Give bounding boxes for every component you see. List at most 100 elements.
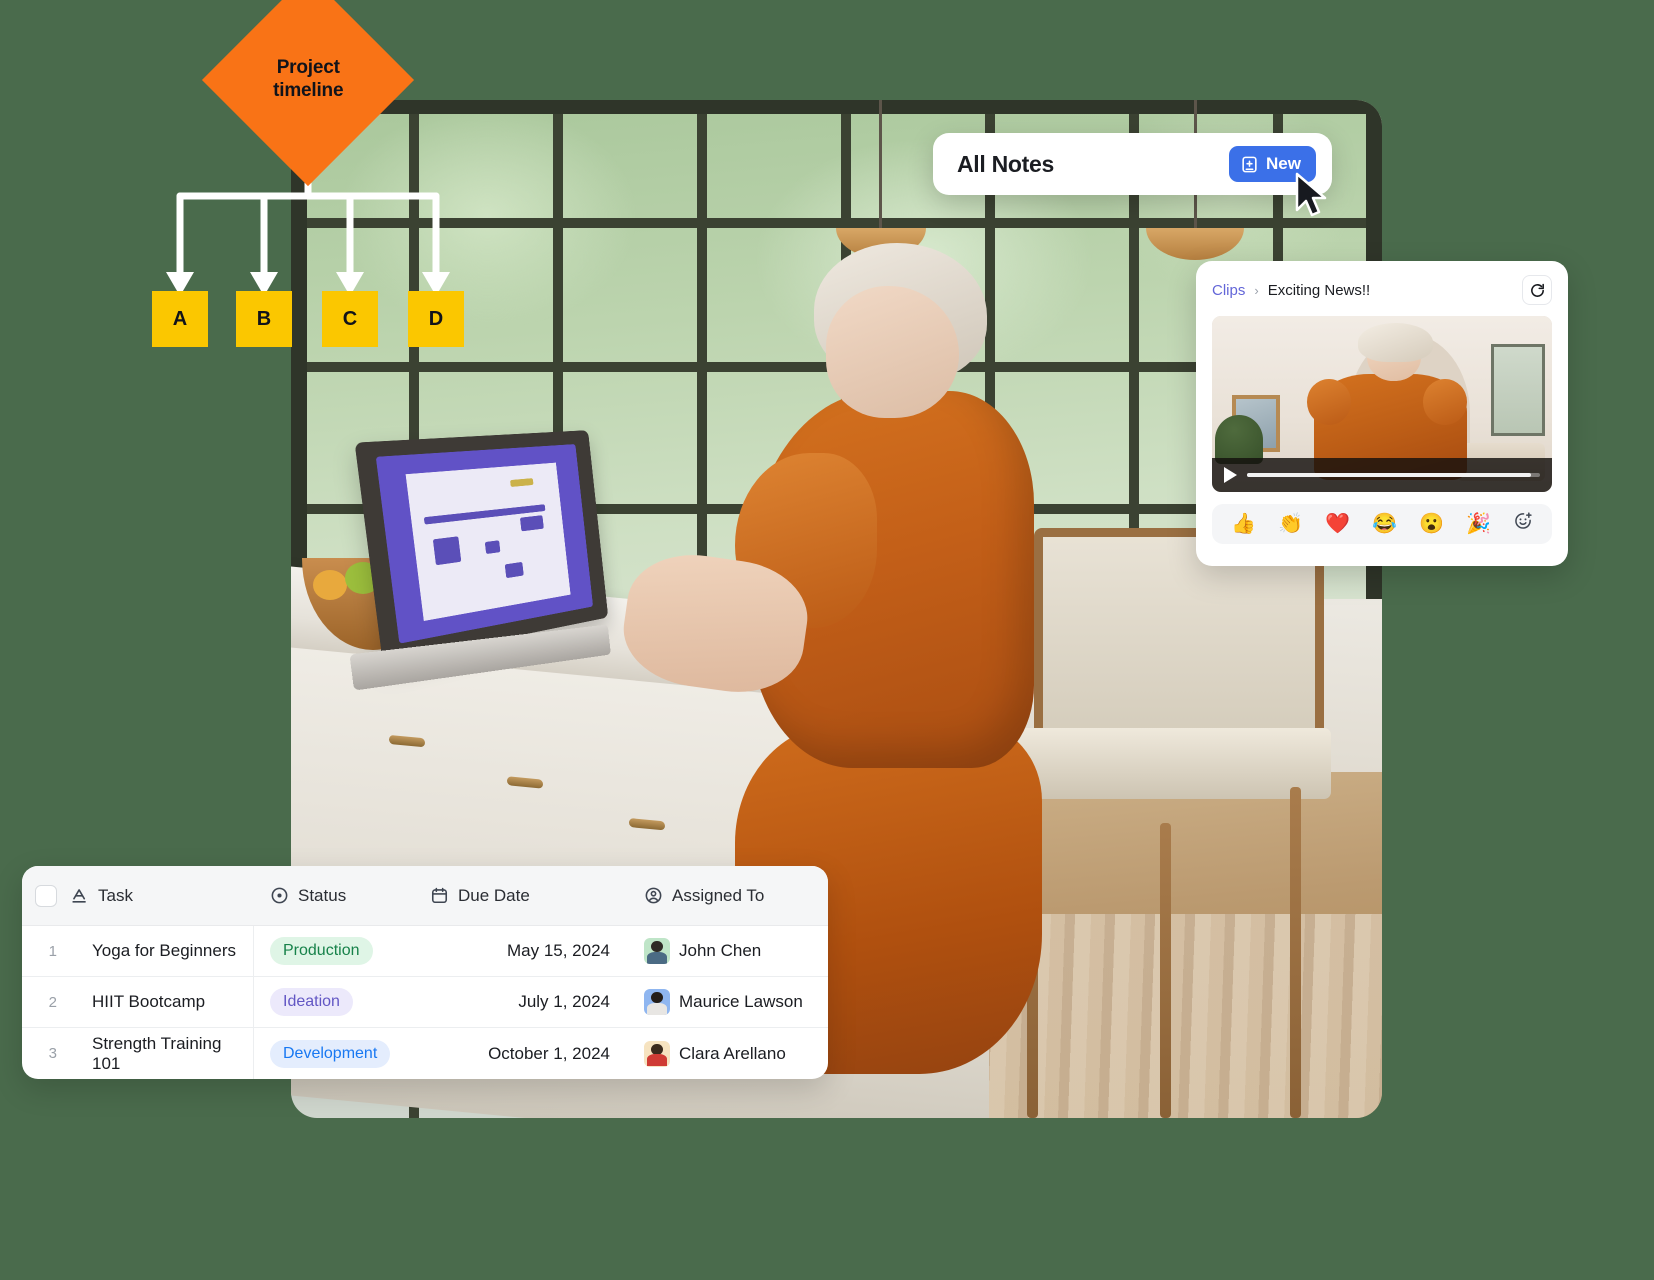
status-badge: Production <box>270 937 373 965</box>
cell-assigned-to[interactable]: Maurice Lawson <box>626 977 828 1027</box>
cell-assigned-to[interactable]: John Chen <box>626 926 828 976</box>
table-header-row: Task Status Due Date Assigned To <box>22 866 828 926</box>
table-row[interactable]: 3 Strength Training 101 Development Octo… <box>22 1028 828 1079</box>
calendar-icon <box>431 887 448 904</box>
stool-leg <box>1290 787 1302 1118</box>
cell-due-date[interactable]: October 1, 2024 <box>430 1028 626 1079</box>
video-controls <box>1212 458 1552 492</box>
reaction-bar: 👍 👏 ❤️ 😂 😮 🎉 <box>1212 504 1552 544</box>
note-add-icon <box>1242 156 1257 172</box>
video-progress-track[interactable] <box>1247 473 1540 477</box>
mouse-pointer-icon <box>1295 172 1327 217</box>
flow-node-b[interactable]: B <box>236 291 292 347</box>
clip-video-player[interactable] <box>1212 316 1552 492</box>
status-badge: Ideation <box>270 988 353 1016</box>
avatar <box>644 938 670 964</box>
breadcrumb-current: Exciting News!! <box>1267 281 1371 299</box>
video-plant <box>1215 414 1263 464</box>
cell-status[interactable]: Production <box>254 926 430 976</box>
person-face <box>825 286 960 418</box>
breadcrumb-parent-link[interactable]: Clips <box>1212 282 1245 299</box>
flow-node-label: B <box>256 307 272 330</box>
assignee-name: John Chen <box>679 941 762 960</box>
screen-element <box>484 539 501 555</box>
cell-task[interactable]: Strength Training 101 <box>70 1028 254 1079</box>
video-window <box>1490 344 1546 436</box>
select-all-cell <box>22 884 70 907</box>
row-number-cell: 3 <box>22 1045 70 1062</box>
screen-element <box>520 515 545 532</box>
flow-node-label: A <box>172 307 188 330</box>
cabinet-knob <box>389 735 426 748</box>
new-note-label: New <box>1266 154 1301 173</box>
person-icon <box>645 887 662 904</box>
window-mullion <box>291 218 1382 228</box>
clips-card: Clips › Exciting News!! 👍 👏 ❤️ 😂 😮 🎉 <box>1196 261 1568 566</box>
row-number: 3 <box>48 1045 57 1062</box>
play-icon[interactable] <box>1224 467 1237 483</box>
all-notes-card: All Notes New <box>933 133 1332 195</box>
cell-due-date[interactable]: May 15, 2024 <box>430 926 626 976</box>
table-row[interactable]: 2 HIIT Bootcamp Ideation July 1, 2024 Ma… <box>22 977 828 1028</box>
status-circle-icon <box>271 887 288 904</box>
clips-header: Clips › Exciting News!! <box>1212 275 1552 305</box>
chevron-right-icon: › <box>1254 282 1259 298</box>
flow-node-a[interactable]: A <box>152 291 208 347</box>
cell-task[interactable]: HIIT Bootcamp <box>70 977 254 1027</box>
laptop-screen-content <box>404 462 571 621</box>
status-badge: Development <box>270 1039 391 1068</box>
table-row[interactable]: 1 Yoga for Beginners Production May 15, … <box>22 926 828 977</box>
cabinet-knob <box>507 776 544 789</box>
screen-element <box>504 561 524 578</box>
row-number: 2 <box>48 993 57 1011</box>
cell-assigned-to[interactable]: Clara Arellano <box>626 1028 828 1079</box>
lamp-cord <box>879 100 882 230</box>
video-progress-fill <box>1247 473 1532 477</box>
reaction-clap-icon[interactable]: 👏 <box>1278 514 1303 534</box>
avatar <box>644 989 670 1015</box>
cabinet-knob <box>629 818 666 831</box>
add-reaction-icon[interactable] <box>1513 511 1533 537</box>
column-header-label: Assigned To <box>672 885 765 905</box>
page-root: Project timeline A B C D All Notes New C… <box>0 0 1654 1280</box>
row-number-cell: 1 <box>22 943 70 960</box>
window-frame <box>291 100 1382 114</box>
screen-element <box>433 536 462 566</box>
laptop <box>349 430 613 690</box>
cell-status[interactable]: Development <box>254 1028 430 1079</box>
reaction-thumbs-up-icon[interactable]: 👍 <box>1231 514 1256 534</box>
reaction-surprised-icon[interactable]: 😮 <box>1419 514 1444 534</box>
text-format-icon <box>72 889 86 903</box>
assignee-name: Clara Arellano <box>679 1043 786 1063</box>
cell-due-date[interactable]: July 1, 2024 <box>430 977 626 1027</box>
window-frame <box>291 100 307 630</box>
flow-root-label: Project timeline <box>272 57 344 101</box>
avatar <box>644 1040 670 1067</box>
column-header-label: Task <box>98 885 133 905</box>
refresh-icon <box>1530 283 1544 297</box>
column-header-due-date[interactable]: Due Date <box>430 866 626 925</box>
column-header-task[interactable]: Task <box>70 866 254 925</box>
column-header-label: Due Date <box>458 885 530 905</box>
screen-element <box>509 477 534 487</box>
row-number-cell: 2 <box>22 994 70 1011</box>
breadcrumb: Clips › Exciting News!! <box>1212 282 1370 299</box>
select-all-checkbox[interactable] <box>35 884 57 907</box>
cell-status[interactable]: Ideation <box>254 977 430 1027</box>
stool-leg <box>1160 822 1172 1118</box>
reaction-party-popper-icon[interactable]: 🎉 <box>1466 514 1491 534</box>
video-person-hair <box>1358 323 1433 362</box>
fruit <box>313 570 347 600</box>
video-person-sleeve <box>1422 379 1467 426</box>
reaction-heart-icon[interactable]: ❤️ <box>1325 514 1350 534</box>
laptop-screen <box>375 444 594 644</box>
row-number: 1 <box>48 942 57 960</box>
page-title: All Notes <box>957 150 1054 177</box>
refresh-button[interactable] <box>1522 275 1552 305</box>
column-header-status[interactable]: Status <box>254 866 430 925</box>
column-header-label: Status <box>298 885 347 905</box>
task-table: Task Status Due Date Assigned To 1 Yoga … <box>22 866 828 1079</box>
column-header-assigned-to[interactable]: Assigned To <box>626 866 828 925</box>
reaction-joy-icon[interactable]: 😂 <box>1372 514 1397 534</box>
cell-task[interactable]: Yoga for Beginners <box>70 926 254 976</box>
